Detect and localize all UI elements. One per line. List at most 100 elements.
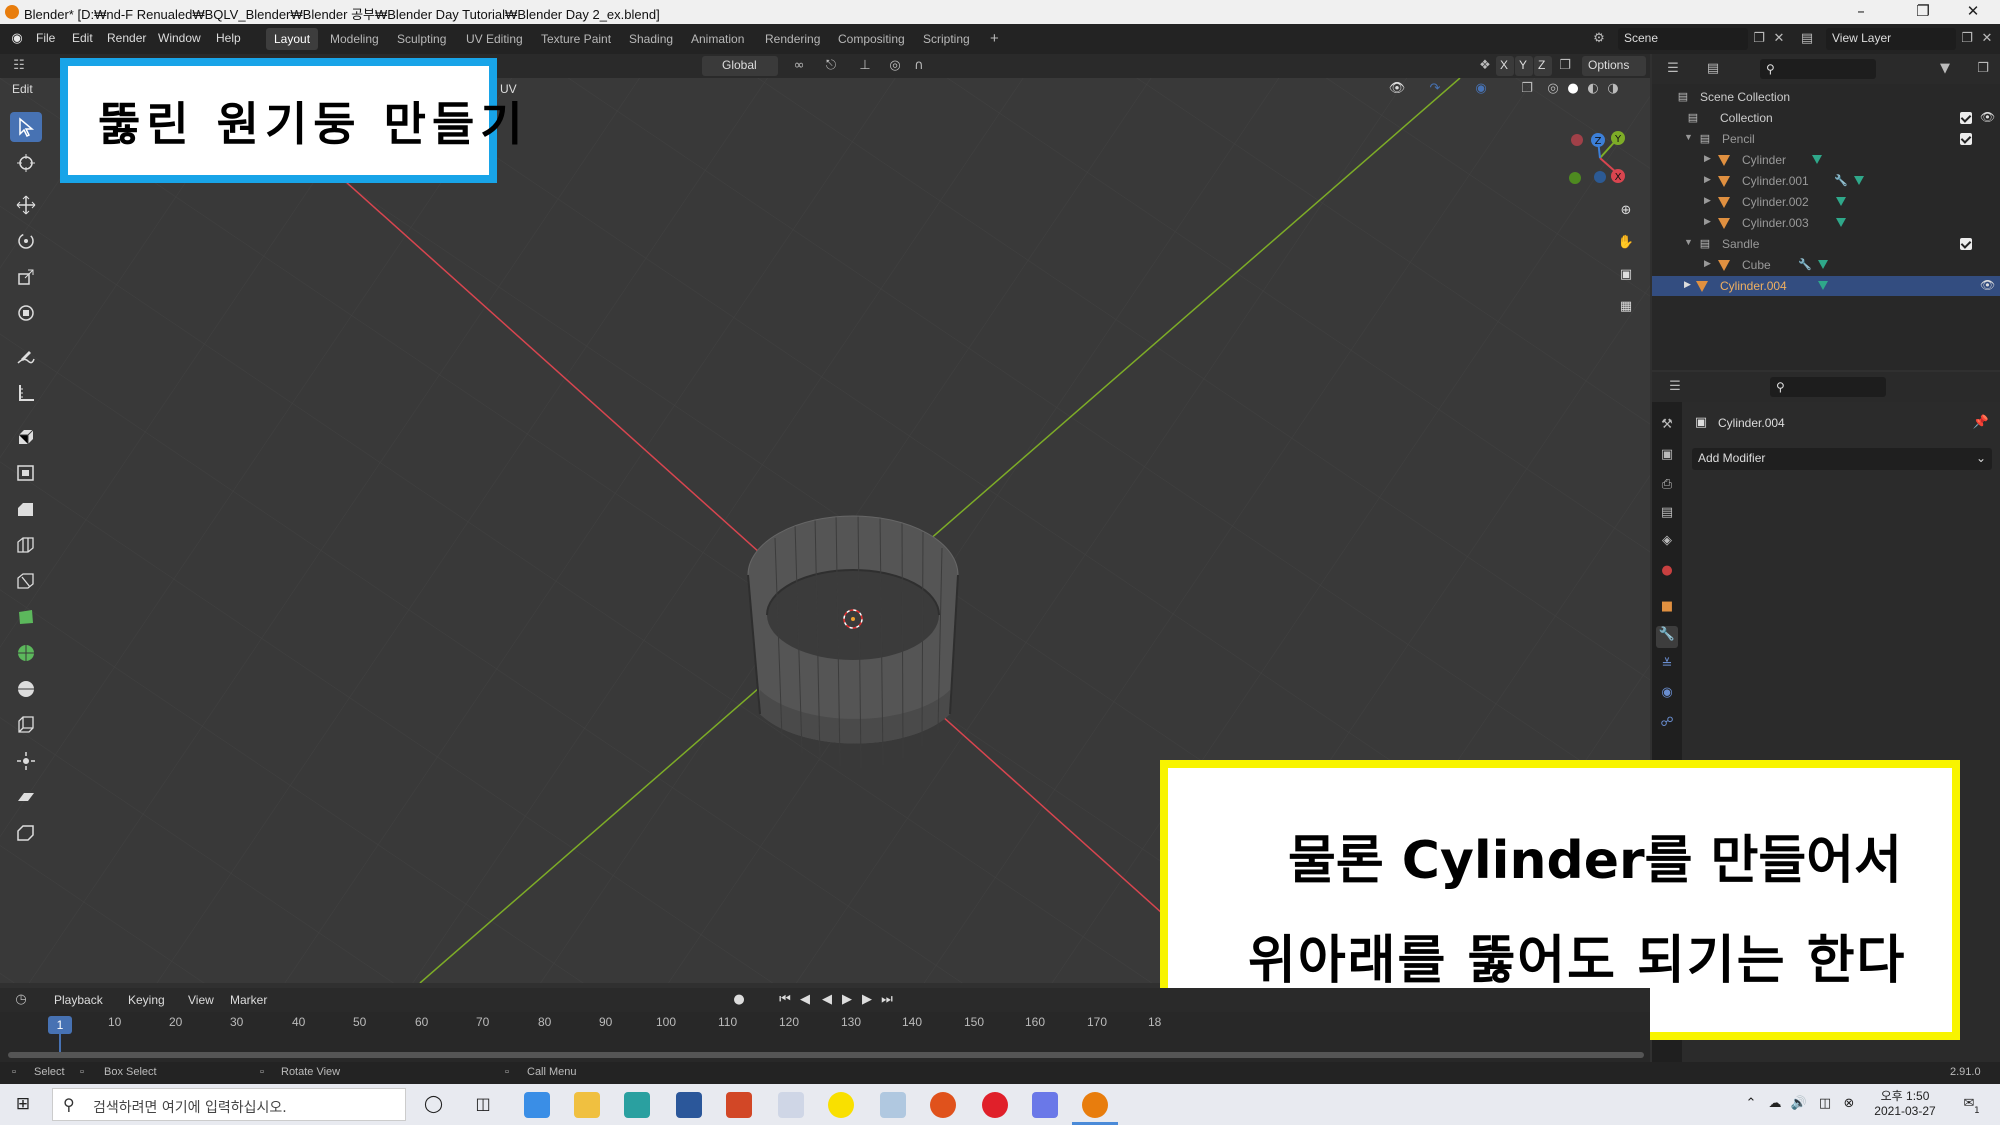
gizmo-y-label[interactable]: Y (1614, 134, 1622, 145)
show-hidden-icons-icon[interactable]: ⌃ (1742, 1095, 1760, 1113)
tab-rendering[interactable]: Rendering (757, 28, 828, 50)
menu-window[interactable]: Window (158, 31, 201, 45)
menu-help[interactable]: Help (216, 31, 241, 45)
proportional-edit-icon[interactable]: ◎ (886, 57, 904, 75)
transform-tool[interactable] (10, 298, 42, 328)
select-box-tool[interactable] (10, 112, 42, 142)
expand-arrow-icon[interactable]: ▶ (1704, 153, 1711, 164)
paint-app-icon[interactable] (880, 1092, 906, 1118)
volume-icon[interactable]: 🔊 (1790, 1095, 1808, 1113)
inset-faces-tool[interactable] (10, 458, 42, 488)
minimize-button[interactable]: – (1838, 0, 1884, 24)
next-keyframe-icon[interactable]: ▶ (858, 991, 876, 1009)
menu-file[interactable]: File (36, 31, 55, 45)
record-icon[interactable]: ● (730, 991, 748, 1009)
menu-edit[interactable]: Edit (72, 31, 93, 45)
view-layer-selector[interactable]: View Layer (1826, 28, 1956, 50)
timeline-view-menu[interactable]: View (188, 993, 214, 1007)
modifier-tab-wrench-icon[interactable]: 🔧 (1656, 626, 1678, 648)
extrude-region-tool[interactable] (10, 422, 42, 452)
outliner-row-cylinder-002[interactable]: ▶ Cylinder.002 (1652, 192, 2000, 212)
cortana-icon[interactable]: ◯ (424, 1095, 443, 1113)
timeline-marker-menu[interactable]: Marker (230, 993, 267, 1007)
new-view-layer-icon[interactable]: ❐ (1958, 30, 1976, 48)
gizmo-z-label[interactable]: Z (1595, 136, 1602, 147)
close-button[interactable]: ✕ (1950, 0, 1996, 24)
outliner-row-cylinder-003[interactable]: ▶ Cylinder.003 (1652, 213, 2000, 233)
xray-icon[interactable]: ❐ (1518, 80, 1536, 98)
visibility-icon[interactable]: 👁 (1388, 80, 1406, 98)
outliner-row-cube[interactable]: ▶ Cube 🔧 (1652, 255, 2000, 275)
exclude-checkbox[interactable] (1960, 238, 1972, 250)
word-app-icon[interactable] (676, 1092, 702, 1118)
exclude-checkbox[interactable] (1960, 133, 1972, 145)
opera-app-icon[interactable] (982, 1092, 1008, 1118)
particles-tab-icon[interactable]: ≚ (1658, 656, 1676, 674)
pivot-icon[interactable]: ∞ (790, 57, 808, 75)
properties-search-input[interactable]: ⚲ (1770, 377, 1886, 397)
auto-merge-icon[interactable]: ❐ (1556, 57, 1574, 75)
new-scene-icon[interactable]: ❐ (1750, 30, 1768, 48)
outliner-editor-icon[interactable]: ☰ (1664, 60, 1682, 78)
tab-scripting[interactable]: Scripting (915, 28, 978, 50)
expand-arrow-icon[interactable]: ▶ (1704, 216, 1711, 227)
outliner-row-collection[interactable]: ▤ Collection 👁 (1652, 108, 2000, 128)
play-reverse-icon[interactable]: ◀ (818, 991, 836, 1009)
cursor-tool[interactable] (10, 148, 42, 178)
object-tab-icon[interactable]: ■ (1658, 598, 1676, 616)
outliner-row-sandle[interactable]: ▼ ▤ Sandle (1652, 234, 2000, 254)
taskbar-date[interactable]: 2021-03-27 (1866, 1104, 1944, 1118)
gizmo-neg-x[interactable] (1571, 134, 1583, 146)
rip-region-tool[interactable] (10, 818, 42, 848)
scene-selector[interactable]: Scene (1618, 28, 1748, 50)
delete-scene-icon[interactable]: ✕ (1770, 30, 1788, 48)
pin-icon[interactable]: 📌 (1972, 414, 1990, 432)
play-icon[interactable]: ▶ (838, 991, 856, 1009)
add-modifier-dropdown[interactable]: Add Modifier ⌄ (1692, 448, 1992, 470)
taskbar-search-box[interactable]: ⚲ 검색하려면 여기에 입력하십시오. (52, 1088, 406, 1121)
outliner-row-cylinder-001[interactable]: ▶ Cylinder.001 🔧 (1652, 171, 2000, 191)
perspective-toggle-icon[interactable]: ▦ (1617, 298, 1635, 316)
measure-tool[interactable] (10, 378, 42, 408)
properties-editor-icon[interactable]: ☰ (1666, 378, 1684, 396)
outliner-row-pencil[interactable]: ▼ ▤ Pencil (1652, 129, 2000, 149)
outliner-row-scene-collection[interactable]: ▤ Scene Collection (1652, 87, 2000, 107)
outliner-search-input[interactable]: ⚲ (1760, 59, 1876, 79)
expand-arrow-icon[interactable]: ▶ (1704, 195, 1711, 206)
mode-partial-label[interactable]: Edit (12, 82, 33, 96)
pan-hand-icon[interactable]: ✋ (1617, 234, 1635, 252)
axis-z-toggle[interactable]: Z (1534, 56, 1552, 76)
mirror-icon[interactable]: ❖ (1476, 57, 1494, 75)
poly-build-tool[interactable] (10, 602, 42, 632)
shear-tool[interactable] (10, 782, 42, 812)
bevel-tool[interactable] (10, 494, 42, 524)
outliner-row-cylinder-004[interactable]: ▶ Cylinder.004 👁 (1652, 276, 2000, 296)
taskbar-time[interactable]: 오후 1:50 (1870, 1087, 1940, 1104)
material-shading-icon[interactable]: ◐ (1584, 80, 1602, 98)
output-tab-icon[interactable]: ⎙ (1658, 476, 1676, 494)
overlays-icon[interactable]: ◉ (1472, 80, 1490, 98)
tab-sculpting[interactable]: Sculpting (389, 28, 454, 50)
view-layer-icon[interactable]: ▤ (1798, 30, 1816, 48)
gizmo-toggle-icon[interactable]: ↷ (1426, 80, 1444, 98)
rendered-shading-icon[interactable]: ◑ (1604, 80, 1622, 98)
tab-texture-paint[interactable]: Texture Paint (533, 28, 619, 50)
display-mode-icon[interactable]: ▤ (1704, 60, 1722, 78)
new-collection-icon[interactable]: ❐ (1974, 60, 1992, 78)
kakaotalk-app-icon[interactable] (828, 1092, 854, 1118)
uv-menu-partial[interactable]: UV (500, 82, 517, 96)
move-tool[interactable] (10, 190, 42, 220)
expand-arrow-icon[interactable]: ▶ (1684, 279, 1691, 290)
current-frame-indicator[interactable]: 1 (48, 1016, 72, 1034)
snap-icon[interactable]: ⎋ (822, 57, 840, 75)
transform-orientation-dropdown[interactable]: Global (702, 56, 778, 76)
render-tab-icon[interactable]: ▣ (1658, 446, 1676, 464)
file-explorer-icon[interactable] (574, 1092, 600, 1118)
axis-y-toggle[interactable]: Y (1515, 56, 1533, 76)
blender-app-icon[interactable] (1082, 1092, 1108, 1118)
delete-view-layer-icon[interactable]: ✕ (1978, 30, 1996, 48)
firefox-app-icon[interactable] (930, 1092, 956, 1118)
camera-view-icon[interactable]: ▣ (1617, 266, 1635, 284)
snap-target-icon[interactable]: ⊥ (856, 57, 874, 75)
gizmo-neg-y[interactable] (1569, 172, 1581, 184)
